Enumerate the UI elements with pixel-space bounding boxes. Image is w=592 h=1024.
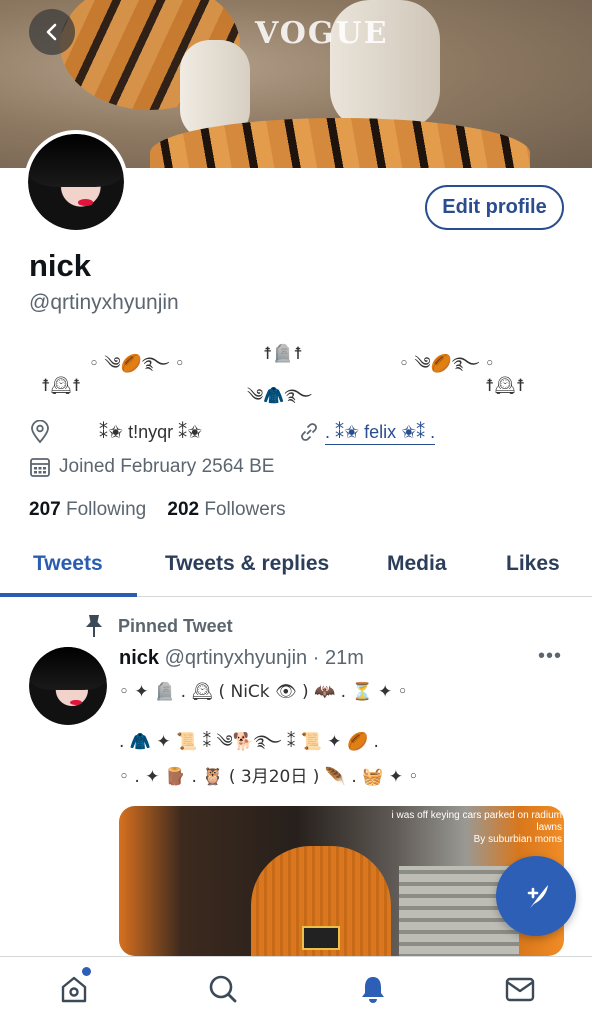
link-icon xyxy=(301,423,317,441)
bio-line: ☨🕰☨ xyxy=(41,376,82,396)
location-pin-icon xyxy=(31,420,49,444)
profile-avatar[interactable] xyxy=(24,130,128,234)
tweet-media-image[interactable]: i was off keying cars parked on radium l… xyxy=(119,806,564,956)
bottom-navigation xyxy=(0,956,592,1024)
bio-line: ☨🕰☨ xyxy=(485,376,526,396)
nav-notifications[interactable] xyxy=(355,971,391,1007)
bio-line: ◦ ༄🏉࿐ ◦ xyxy=(399,354,495,374)
profile-bio: ◦ ༄🏉࿐ ◦ ☨🪦☨ ◦ ༄🏉࿐ ◦ ☨🕰☨ ༄🧥࿐ ☨🕰☨ xyxy=(29,340,569,410)
pin-icon xyxy=(86,615,102,637)
tweet-author-name[interactable]: nick xyxy=(119,647,159,669)
profile-location: ⁑✬ t!nyqr ⁑✬ xyxy=(99,422,203,442)
compose-tweet-button[interactable] xyxy=(496,856,576,936)
profile-tabs: Tweets Tweets & replies Media Likes xyxy=(0,540,592,597)
home-notification-dot xyxy=(82,967,91,976)
back-button[interactable] xyxy=(29,9,75,55)
bio-line: ◦ ༄🏉࿐ ◦ xyxy=(89,354,185,374)
home-icon xyxy=(61,976,87,1003)
bio-line: ༄🧥࿐ xyxy=(247,386,312,406)
tab-tweets[interactable]: Tweets xyxy=(33,552,103,576)
banner-magazine-text: VOGUE xyxy=(255,16,389,51)
tab-tweets-replies[interactable]: Tweets & replies xyxy=(165,552,329,576)
tweet-author-handle: @qrtinyxhyunjin · 21m xyxy=(164,647,364,669)
tab-media[interactable]: Media xyxy=(387,552,447,576)
follow-counts: 207 Following 202 Followers xyxy=(29,499,286,521)
tweet-avatar[interactable] xyxy=(29,647,107,725)
media-caption: i was off keying cars parked on radium l… xyxy=(391,810,562,845)
tab-likes[interactable]: Likes xyxy=(506,552,560,576)
profile-name: nick xyxy=(29,248,92,283)
bio-line: ☨🪦☨ xyxy=(263,344,303,364)
envelope-icon xyxy=(505,977,535,1002)
tweet-line: ◦ ✦ 🪦 . 🕰 ( NiCk 👁 ) 🦇 . ⏳ ✦ ◦ xyxy=(119,682,408,702)
profile-handle: @qrtinyxhyunjin xyxy=(29,291,179,314)
compose-feather-icon xyxy=(527,885,548,908)
active-tab-indicator xyxy=(0,593,137,597)
pinned-tweet-label: Pinned Tweet xyxy=(84,614,233,638)
tweet-header: nick @qrtinyxhyunjin · 21m xyxy=(119,647,569,670)
joined-text: Joined February 2564 BE xyxy=(59,456,275,477)
joined-date: Joined February 2564 BE xyxy=(29,456,274,478)
edit-profile-button[interactable]: Edit profile xyxy=(425,185,564,230)
tweet-line: ◦ . ✦ 🪵 . 🦉 ( 3月20日 ) 🪶 . 🧺 ✦ ◦ xyxy=(119,767,419,787)
calendar-icon xyxy=(30,458,50,477)
nav-messages[interactable] xyxy=(502,971,538,1007)
profile-meta-row: ⁑✬ t!nyqr ⁑✬ . ⁑✬ felix ✬⁑ . xyxy=(29,420,569,446)
chevron-left-icon xyxy=(46,23,57,41)
nav-home[interactable] xyxy=(56,971,92,1007)
bell-icon xyxy=(362,977,384,1003)
search-icon xyxy=(209,975,237,1003)
profile-website-link[interactable]: . ⁑✬ felix ✬⁑ . xyxy=(325,422,436,445)
nav-search[interactable] xyxy=(205,971,241,1007)
followers-link[interactable]: 202 Followers xyxy=(167,499,285,520)
more-options-icon[interactable]: ••• xyxy=(538,645,562,668)
following-link[interactable]: 207 Following xyxy=(29,499,146,520)
